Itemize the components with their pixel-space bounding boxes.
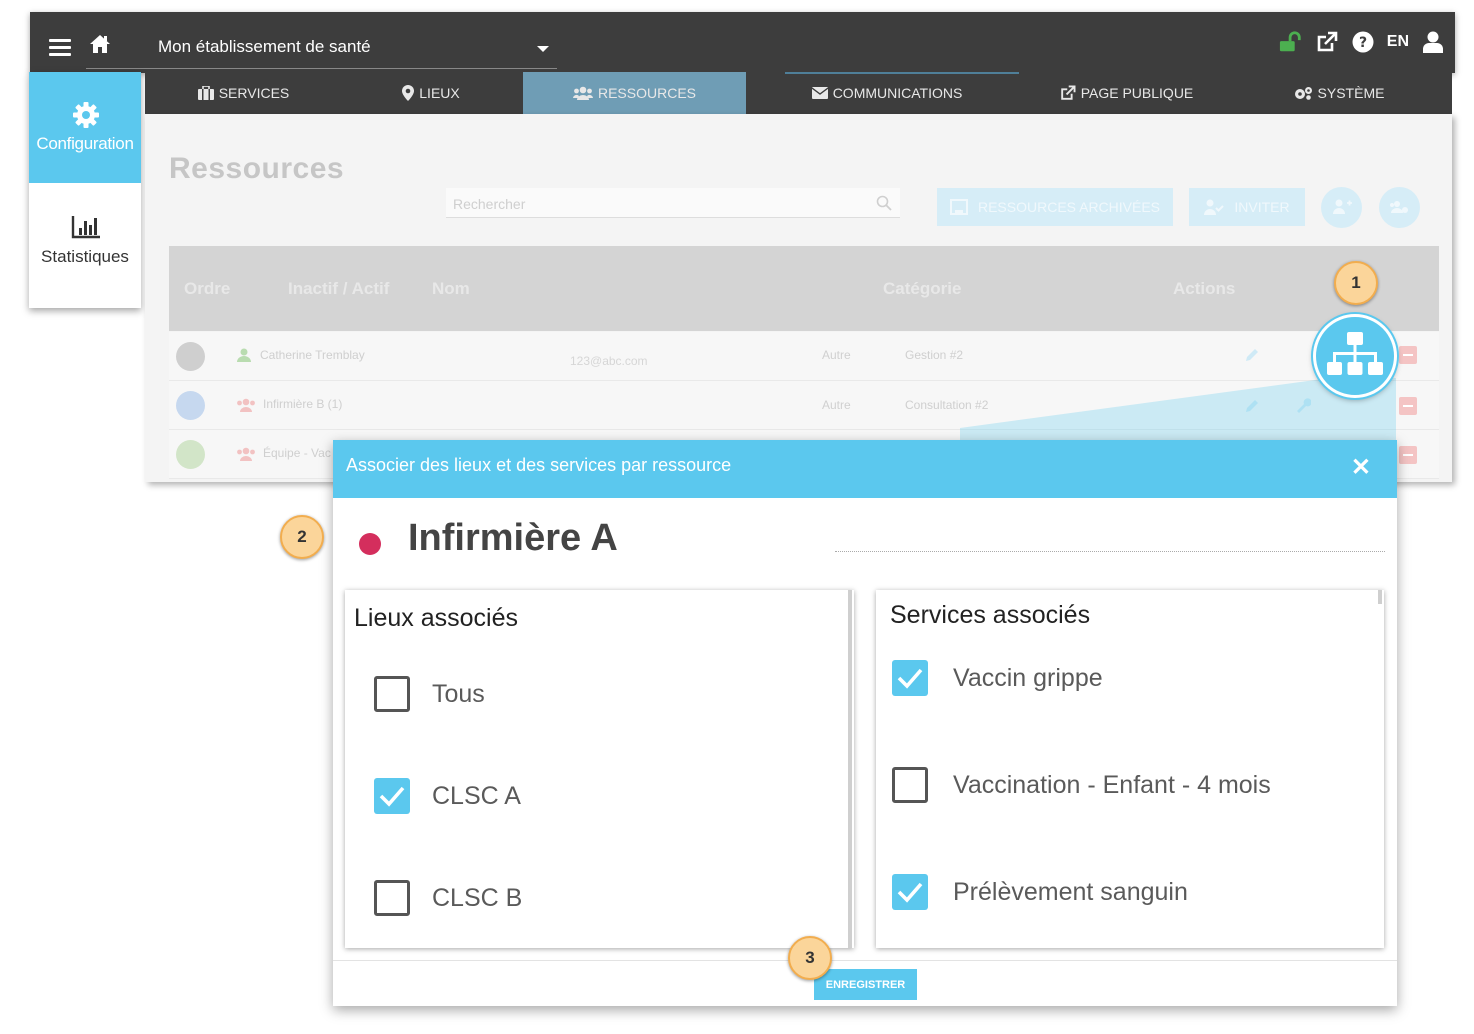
checkbox-tous[interactable] xyxy=(374,676,410,712)
dialog-title: Associer des lieux et des services par r… xyxy=(346,455,732,475)
locations-panel: Lieux associés Tous CLSC A CLSC B xyxy=(345,590,854,948)
screenshot: Mon établissement de santé ? EN Configur… xyxy=(0,0,1474,1034)
associate-dialog: Associer des lieux et des services par r… xyxy=(333,440,1397,1006)
checkbox-label: Tous xyxy=(432,680,485,708)
resource-color-dot xyxy=(359,533,381,555)
checkbox-prelevement-sanguin[interactable] xyxy=(892,874,928,910)
scrollbar[interactable] xyxy=(1378,590,1382,604)
checkbox-clsc-b[interactable] xyxy=(374,880,410,916)
checkbox-label: CLSC B xyxy=(432,884,523,912)
dialog-header: Associer des lieux et des services par r… xyxy=(333,440,1397,498)
checkbox-label: Vaccin grippe xyxy=(953,664,1103,692)
check-icon xyxy=(379,786,405,807)
services-title: Services associés xyxy=(890,601,1091,629)
locations-title: Lieux associés xyxy=(354,604,518,632)
step-badge-1: 1 xyxy=(1334,261,1378,305)
check-icon xyxy=(897,668,923,689)
scrollbar[interactable] xyxy=(848,590,852,948)
sitemap-icon xyxy=(1327,332,1383,375)
checkbox-clsc-a[interactable] xyxy=(374,778,410,814)
close-icon[interactable]: ✕ xyxy=(1351,453,1371,482)
save-button[interactable]: ENREGISTRER xyxy=(814,969,917,1000)
footer-divider xyxy=(333,960,1397,961)
checkbox-vaccination-enfant[interactable] xyxy=(892,767,928,803)
step-badge-2: 2 xyxy=(280,515,324,559)
checkbox-label: Vaccination - Enfant - 4 mois xyxy=(953,771,1271,799)
divider xyxy=(835,551,1385,552)
checkbox-label: CLSC A xyxy=(432,782,521,810)
services-panel: Services associés Vaccin grippe Vaccinat… xyxy=(876,590,1384,948)
step-badge-3: 3 xyxy=(788,936,832,980)
checkbox-vaccin-grippe[interactable] xyxy=(892,660,928,696)
resource-name: Infirmière A xyxy=(408,517,618,559)
checkbox-label: Prélèvement sanguin xyxy=(953,878,1188,906)
associate-hierarchy-button[interactable] xyxy=(1313,314,1397,398)
check-icon xyxy=(897,882,923,903)
